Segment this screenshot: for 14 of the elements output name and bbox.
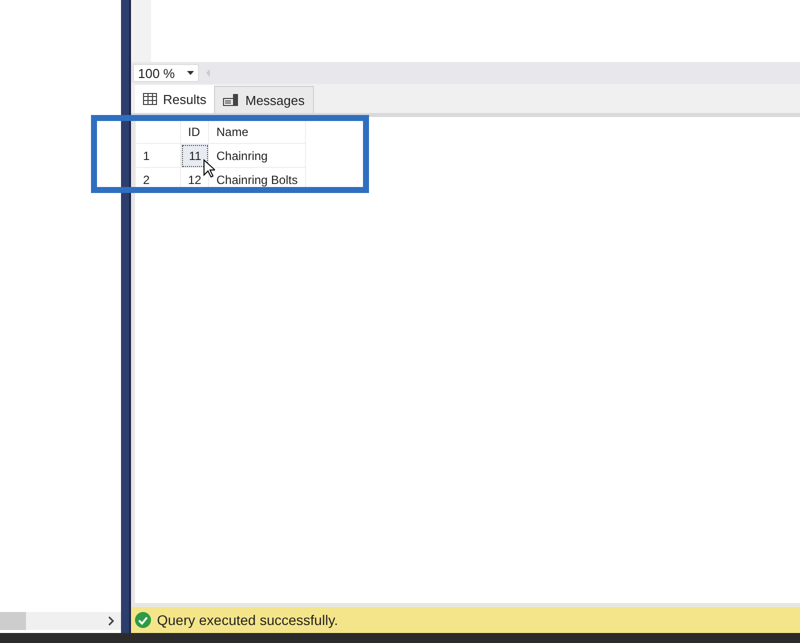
splitter-bar[interactable] <box>121 0 131 633</box>
grid-icon <box>143 93 157 105</box>
scroll-right-icon[interactable] <box>107 616 115 626</box>
zoom-dropdown[interactable]: 100 % <box>133 64 199 82</box>
tab[interactable]: Results <box>135 85 214 113</box>
column-header: Name <box>208 120 306 144</box>
message-icon <box>223 94 240 106</box>
tab[interactable]: Messages <box>214 86 314 113</box>
scroll-left-icon[interactable] <box>205 68 211 78</box>
status-message: Query executed successfully. <box>157 612 338 628</box>
check-icon <box>135 612 151 628</box>
mouse-pointer-icon <box>203 159 215 178</box>
horizontal-scrollbar[interactable] <box>0 612 121 630</box>
dropdown-arrow-icon <box>187 71 194 75</box>
